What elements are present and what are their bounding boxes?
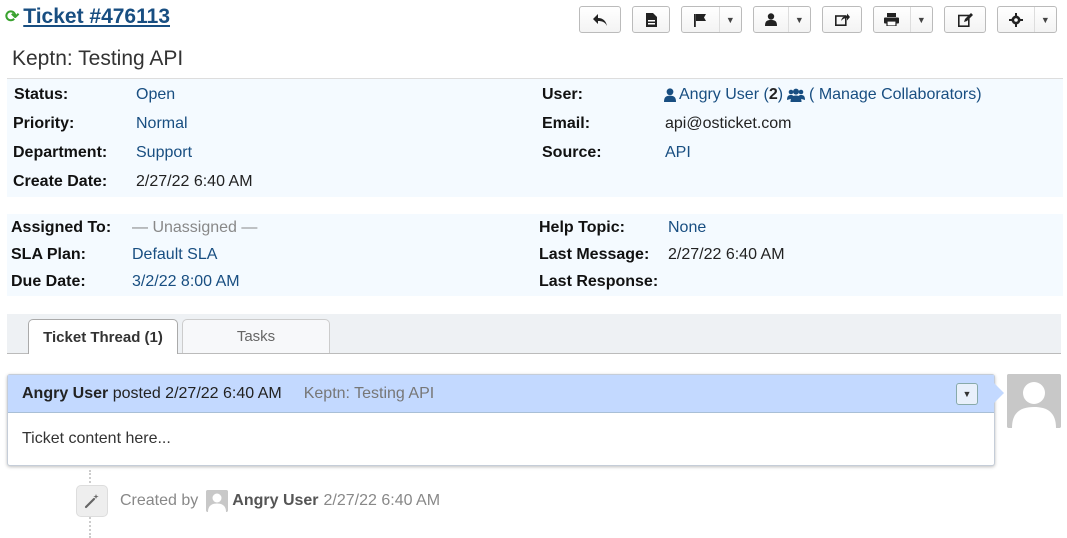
user-icon <box>754 7 788 32</box>
sla-plan-label: SLA Plan: <box>11 246 86 263</box>
thread-event: Created by Angry User 2/27/22 6:40 AM <box>76 485 440 517</box>
thread-pointer-arrow <box>994 383 1004 403</box>
chevron-down-icon: ▼ <box>787 7 810 32</box>
status-label: Status: <box>14 86 69 103</box>
assigned-to-value: — Unassigned — <box>132 219 258 236</box>
edit-icon <box>945 7 985 32</box>
thread-subject: Keptn: Testing API <box>303 384 435 402</box>
email-value: api@osticket.com <box>665 115 792 132</box>
transfer-button[interactable] <box>822 6 862 33</box>
ticket-header: ⟳ Ticket #476113 ▼ ▼ ▼ ▼ <box>0 0 1067 44</box>
last-response-label: Last Response: <box>539 273 659 290</box>
tab-ticket-thread[interactable]: Ticket Thread (1) <box>28 319 178 354</box>
edit-button[interactable] <box>944 6 986 33</box>
thread-posted: posted 2/27/22 6:40 AM <box>108 384 282 402</box>
email-label: Email: <box>542 115 591 132</box>
department-value: Support <box>136 144 193 161</box>
ticket-title: ⟳ Ticket #476113 <box>5 5 170 29</box>
reply-button[interactable] <box>579 6 621 33</box>
ticket-actions-toolbar: ▼ ▼ ▼ ▼ <box>579 6 1057 33</box>
print-pdf-button[interactable] <box>632 6 670 33</box>
help-topic-label: Help Topic: <box>539 219 625 236</box>
flag-menu-button[interactable]: ▼ <box>681 6 742 33</box>
assigned-to-label: Assigned To: <box>11 219 112 236</box>
thread-body: Ticket content here... <box>22 430 171 447</box>
magic-wand-icon <box>76 485 108 517</box>
source-label: Source: <box>542 144 602 161</box>
due-date-label: Due Date: <box>11 273 86 290</box>
thread-entry: Angry User posted 2/27/22 6:40 AM Keptn:… <box>7 374 1004 466</box>
thread-author: Angry User <box>22 384 109 402</box>
document-icon <box>633 7 669 32</box>
ticket-assignment-panel: Assigned To: — Unassigned — SLA Plan: De… <box>7 214 1063 296</box>
print-menu-button[interactable]: ▼ <box>873 6 933 33</box>
chevron-down-icon: ▼ <box>1033 7 1056 32</box>
avatar <box>206 490 229 512</box>
tab-tasks[interactable]: Tasks <box>182 319 330 353</box>
thread-options-button[interactable]: ▼ <box>956 383 978 405</box>
collaborators-icon <box>787 88 806 102</box>
source-value: API <box>665 144 691 161</box>
status-value: Open <box>136 86 176 103</box>
event-user: Angry User <box>232 492 319 509</box>
share-icon <box>823 7 861 32</box>
sla-plan-value: Default SLA <box>132 246 218 263</box>
avatar <box>1007 374 1061 428</box>
priority-value: Normal <box>136 115 188 132</box>
chevron-down-icon: ▼ <box>962 389 972 399</box>
priority-label: Priority: <box>13 115 75 132</box>
user-value: Angry User (2) ( Manage Collaborators) <box>664 86 982 104</box>
manage-collaborators-link[interactable]: ( Manage Collaborators) <box>809 86 982 104</box>
create-date-label: Create Date: <box>13 173 108 190</box>
last-message-label: Last Message: <box>539 246 650 263</box>
help-topic-value: None <box>668 219 707 236</box>
chevron-down-icon: ▼ <box>718 7 741 32</box>
flag-icon <box>682 7 719 32</box>
user-label: User: <box>542 86 583 103</box>
assign-menu-button[interactable]: ▼ <box>753 6 811 33</box>
user-count-close: ) <box>777 86 784 103</box>
refresh-icon[interactable]: ⟳ <box>5 7 19 27</box>
reply-icon <box>580 7 620 32</box>
thread-entry-header: Angry User posted 2/27/22 6:40 AM Keptn:… <box>8 375 1004 413</box>
chevron-down-icon: ▼ <box>909 7 932 32</box>
ticket-tabs: Ticket Thread (1) Tasks <box>7 314 1061 354</box>
due-date-value: 3/2/22 8:00 AM <box>132 273 240 290</box>
printer-icon <box>874 7 910 32</box>
gear-icon <box>998 7 1034 32</box>
last-message-value: 2/27/22 6:40 AM <box>668 246 785 263</box>
user-name-link[interactable]: Angry User <box>679 86 759 104</box>
ticket-info-panel: Status: Open Priority: Normal Department… <box>7 78 1063 197</box>
more-menu-button[interactable]: ▼ <box>997 6 1057 33</box>
ticket-number-link[interactable]: Ticket #476113 <box>23 5 170 29</box>
user-count-open: ( <box>759 86 769 103</box>
user-icon <box>664 88 676 102</box>
department-label: Department: <box>13 144 108 161</box>
create-date-value: 2/27/22 6:40 AM <box>136 173 253 190</box>
user-ticket-count: 2 <box>768 86 778 103</box>
event-date: 2/27/22 6:40 AM <box>323 492 441 509</box>
event-text: Created by <box>120 492 199 509</box>
ticket-subject: Keptn: Testing API <box>12 47 184 70</box>
